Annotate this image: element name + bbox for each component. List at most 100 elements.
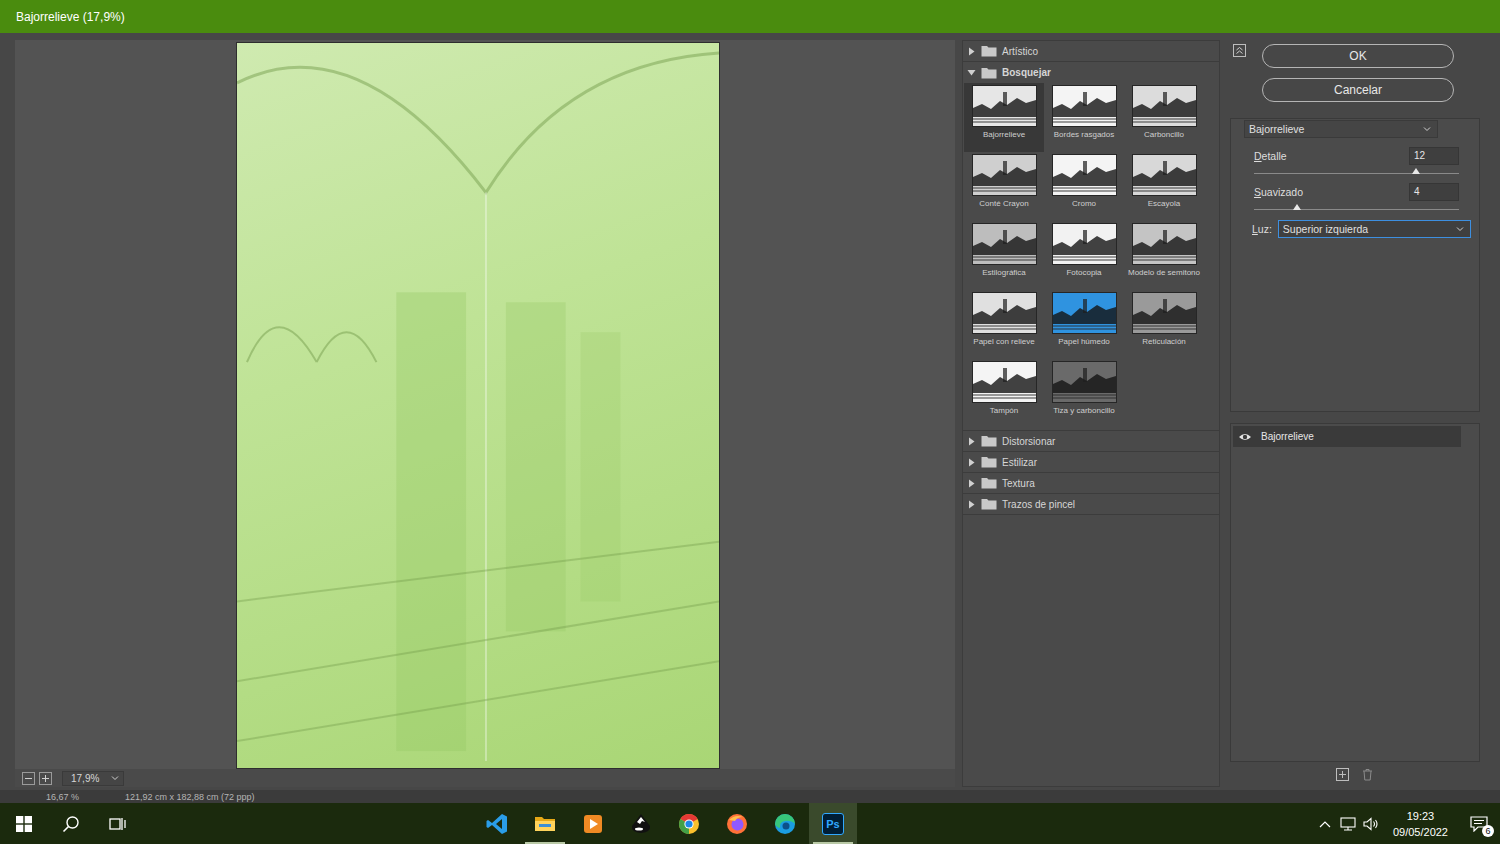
minus-icon	[24, 774, 33, 783]
taskbar-app[interactable]	[761, 803, 809, 844]
taskbar-app[interactable]	[665, 803, 713, 844]
task-view-button[interactable]	[94, 803, 141, 844]
taskbar-app[interactable]	[617, 803, 665, 844]
slider-head: Suavizado4	[1254, 183, 1459, 201]
filter-thumbnail[interactable]: Reticulación	[1124, 290, 1204, 359]
filter-preview-icon	[1052, 292, 1117, 334]
background-status-bar: 16,67 %121,92 cm x 182,88 cm (72 ppp)	[0, 790, 1500, 803]
filter-thumbnail[interactable]: Papel húmedo	[1044, 290, 1124, 359]
filter-thumbnail[interactable]: Carboncillo	[1124, 83, 1204, 152]
filter-thumbnail[interactable]: Escayola	[1124, 152, 1204, 221]
start-button[interactable]	[0, 803, 47, 844]
eye-icon[interactable]	[1238, 432, 1252, 442]
filter-thumbnail[interactable]: Bajorrelieve	[964, 83, 1044, 152]
preview-panel: 17,9%	[15, 40, 955, 787]
title-bar: Bajorrelieve (17,9%)	[0, 0, 1500, 33]
trash-icon[interactable]	[1361, 768, 1374, 781]
zoom-out-button[interactable]	[22, 772, 35, 785]
filter-thumbnail[interactable]: Estilográfica	[964, 221, 1044, 290]
slider-thumb[interactable]	[1293, 204, 1301, 210]
preview-image	[236, 42, 720, 769]
collapse-icon[interactable]	[1233, 44, 1246, 57]
search-icon	[62, 815, 80, 833]
filter-gallery: ArtísticoBosquejar Bajorrelieve Bordes ras…	[962, 40, 1220, 787]
dialog-button[interactable]: OK	[1262, 44, 1454, 68]
taskbar-app[interactable]	[473, 803, 521, 844]
chevron-down-icon	[1456, 225, 1464, 233]
slider-value-input[interactable]: 4	[1409, 183, 1459, 201]
zoom-value: 17,9%	[71, 773, 99, 784]
filter-label: Bajorrelieve	[983, 130, 1025, 139]
taskbar-apps: Ps	[473, 803, 857, 844]
filter-folder[interactable]: Trazos de pincel	[963, 494, 1219, 515]
filter-folder[interactable]: Artístico	[963, 41, 1219, 62]
chevron-down-icon	[1423, 125, 1431, 133]
preview-canvas	[15, 40, 955, 769]
photoshop-icon: Ps	[822, 813, 844, 835]
filter-select[interactable]: Bajorrelieve	[1244, 120, 1438, 138]
slider-thumb[interactable]	[1412, 168, 1420, 174]
slider-setting: Detalle12	[1244, 147, 1459, 174]
slider-value-input[interactable]: 12	[1409, 147, 1459, 165]
filter-thumbnail[interactable]: Bordes rasgados	[1044, 83, 1124, 152]
folder-icon	[981, 67, 997, 79]
filter-preview-icon	[1052, 85, 1117, 127]
settings-column: OK Cancelar Bajorrelieve Detalle12 Suavizado…	[1230, 40, 1480, 787]
new-layer-icon[interactable]	[1336, 768, 1349, 781]
folder-label: Textura	[1002, 478, 1035, 489]
filter-folder[interactable]: Distorsionar	[963, 431, 1219, 452]
light-label: Luz:	[1252, 223, 1272, 235]
taskbar-app[interactable]	[521, 803, 569, 844]
plus-icon	[41, 774, 50, 783]
collapsed-arrow-icon	[967, 458, 976, 467]
filter-folder[interactable]: Textura	[963, 473, 1219, 494]
folder-icon	[981, 477, 997, 489]
filter-thumbnail[interactable]: Papel con relieve	[964, 290, 1044, 359]
notifications-button[interactable]: 6	[1458, 803, 1500, 844]
volume-button[interactable]	[1360, 803, 1383, 844]
filter-thumbnail[interactable]: Tampón	[964, 359, 1044, 428]
filter-preview-icon	[1132, 85, 1197, 127]
folder-icon	[981, 435, 997, 447]
filter-label: Papel húmedo	[1058, 337, 1110, 346]
filter-thumbnail[interactable]: Modelo de semitono	[1124, 221, 1204, 290]
filter-label: Carboncillo	[1144, 130, 1184, 139]
effect-layer[interactable]: Bajorrelieve	[1233, 426, 1461, 447]
preview-footer: 17,9%	[15, 769, 955, 787]
folder-icon	[981, 45, 997, 57]
filter-label: Modelo de semitono	[1128, 268, 1200, 277]
show-hidden-icons-button[interactable]	[1314, 803, 1337, 844]
slider-track[interactable]	[1254, 173, 1459, 174]
clock-time: 19:23	[1407, 808, 1435, 824]
filter-thumbnail[interactable]: Conté Crayon	[964, 152, 1044, 221]
dialog-button[interactable]: Cancelar	[1262, 78, 1454, 102]
edge-icon	[773, 812, 797, 836]
filter-label: Cromo	[1072, 199, 1096, 208]
taskbar-app[interactable]: Ps	[809, 803, 857, 844]
taskbar-app[interactable]	[713, 803, 761, 844]
light-select[interactable]: Superior izquierda	[1278, 220, 1471, 238]
effect-layer-label: Bajorrelieve	[1261, 431, 1314, 442]
slider-track[interactable]	[1254, 209, 1459, 210]
effect-layers-toolbar	[1230, 762, 1480, 787]
filter-thumbnail[interactable]: Tiza y carboncillo	[1044, 359, 1124, 428]
folder-label: Distorsionar	[1002, 436, 1055, 447]
filter-thumbnail[interactable]: Fotocopia	[1044, 221, 1124, 290]
taskbar-app[interactable]	[569, 803, 617, 844]
filter-thumbnail[interactable]: Cromo	[1044, 152, 1124, 221]
search-button[interactable]	[47, 803, 94, 844]
clock[interactable]: 19:2309/05/2022	[1383, 803, 1458, 844]
dialog-buttons-row: OK Cancelar	[1230, 40, 1480, 106]
inkscape-icon	[629, 812, 653, 836]
filter-label: Bordes rasgados	[1054, 130, 1114, 139]
filter-folder[interactable]: Bosquejar	[963, 62, 1219, 83]
network-button[interactable]	[1337, 803, 1360, 844]
filter-folder[interactable]: Estilizar	[963, 452, 1219, 473]
zoom-in-button[interactable]	[39, 772, 52, 785]
filter-preview-icon	[972, 85, 1037, 127]
effect-layers-list: Bajorrelieve	[1230, 423, 1480, 762]
filter-preview-icon	[1052, 361, 1117, 403]
filter-preview-icon	[1052, 223, 1117, 265]
filter-label: Papel con relieve	[973, 337, 1034, 346]
zoom-select[interactable]: 17,9%	[62, 771, 124, 786]
